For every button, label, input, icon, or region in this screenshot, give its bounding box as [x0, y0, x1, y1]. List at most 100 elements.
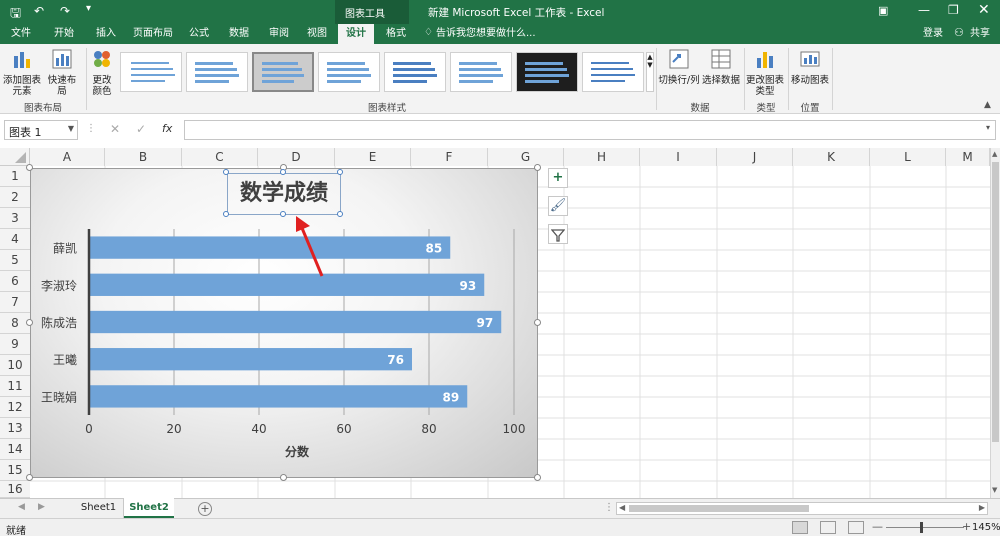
title-handle[interactable] [280, 211, 286, 217]
add-chart-element-button[interactable]: 添加图表元素 [2, 48, 42, 97]
column-header-h[interactable]: H [564, 148, 640, 166]
resize-handle-tl[interactable] [26, 164, 33, 171]
undo-icon[interactable]: ↶ [34, 4, 44, 18]
page-break-view-icon[interactable] [848, 521, 864, 534]
sheet-tab-sheet1[interactable]: Sheet1 [74, 499, 124, 518]
minimize-icon[interactable]: — [918, 3, 930, 17]
h-scroll-thumb[interactable] [629, 505, 809, 512]
resize-handle-b[interactable] [280, 474, 287, 481]
scroll-left-icon[interactable]: ◀ [619, 503, 625, 512]
column-header-d[interactable]: D [258, 148, 335, 166]
column-header-m[interactable]: M [946, 148, 990, 166]
x-axis-title[interactable]: 分数 [285, 443, 309, 460]
tab-page-layout[interactable]: 页面布局 [128, 24, 178, 44]
tab-data[interactable]: 数据 [222, 24, 256, 44]
change-chart-type-button[interactable]: 更改图表类型 [746, 48, 784, 97]
chart-styles-button[interactable]: 🖌 [548, 196, 568, 216]
restore-icon[interactable]: ❐ [948, 3, 959, 17]
prev-sheet-icon[interactable]: ◀ [18, 502, 25, 512]
select-all-corner[interactable] [0, 148, 30, 166]
insert-function-icon[interactable]: fx [162, 122, 172, 135]
zoom-slider[interactable] [886, 527, 964, 528]
splitter-icon[interactable]: ⋮ [86, 123, 96, 134]
row-header-6[interactable]: 6 [0, 271, 30, 292]
chart-style-5[interactable] [384, 52, 446, 92]
page-layout-view-icon[interactable] [820, 521, 836, 534]
chart-style-6[interactable] [450, 52, 512, 92]
collapse-ribbon-icon[interactable]: ▲ [984, 100, 991, 110]
title-handle[interactable] [223, 169, 229, 175]
tab-review[interactable]: 审阅 [262, 24, 296, 44]
column-header-e[interactable]: E [335, 148, 411, 166]
tab-file[interactable]: 文件 [4, 24, 38, 44]
next-sheet-icon[interactable]: ▶ [38, 502, 45, 512]
row-header-4[interactable]: 4 [0, 229, 30, 250]
column-header-k[interactable]: K [793, 148, 870, 166]
tab-insert[interactable]: 插入 [86, 24, 126, 44]
tab-view[interactable]: 视图 [300, 24, 334, 44]
resize-handle-l[interactable] [26, 319, 33, 326]
row-header-3[interactable]: 3 [0, 208, 30, 229]
horizontal-scrollbar[interactable]: ◀ ▶ [616, 502, 988, 515]
title-handle[interactable] [223, 211, 229, 217]
chart-elements-button[interactable]: + [548, 168, 568, 188]
change-colors-button[interactable]: 更改颜色 [88, 48, 116, 97]
row-header-13[interactable]: 13 [0, 418, 30, 439]
normal-view-icon[interactable] [792, 521, 808, 534]
scroll-down-icon[interactable]: ▼ [992, 486, 997, 494]
resize-handle-br[interactable] [534, 474, 541, 481]
ribbon-display-icon[interactable]: ▣ [878, 4, 888, 17]
column-header-j[interactable]: J [717, 148, 793, 166]
customize-qat-icon[interactable]: ▾ [86, 3, 91, 14]
resize-handle-tr[interactable] [534, 164, 541, 171]
row-header-7[interactable]: 7 [0, 292, 30, 313]
gallery-scroll[interactable]: ▲ ▼ [646, 52, 654, 92]
row-header-12[interactable]: 12 [0, 397, 30, 418]
resize-handle-r[interactable] [534, 319, 541, 326]
title-handle[interactable] [337, 211, 343, 217]
chart-style-2[interactable] [186, 52, 248, 92]
chart-style-4[interactable] [318, 52, 380, 92]
name-box[interactable]: 图表 1 ▼ [4, 120, 78, 140]
chart-style-3-selected[interactable] [252, 52, 314, 92]
chart-style-1[interactable] [120, 52, 182, 92]
row-header-11[interactable]: 11 [0, 376, 30, 397]
tab-design[interactable]: 设计 [338, 24, 374, 44]
scroll-thumb[interactable] [992, 162, 999, 442]
zoom-level[interactable]: 145% [972, 522, 1000, 533]
row-header-5[interactable]: 5 [0, 250, 30, 271]
select-data-button[interactable]: 选择数据 [702, 48, 740, 86]
column-header-i[interactable]: I [640, 148, 717, 166]
title-handle[interactable] [337, 169, 343, 175]
zoom-in-icon[interactable]: + [962, 520, 971, 533]
row-header-2[interactable]: 2 [0, 187, 30, 208]
row-header-9[interactable]: 9 [0, 334, 30, 355]
column-header-f[interactable]: F [411, 148, 488, 166]
column-header-g[interactable]: G [488, 148, 564, 166]
zoom-slider-thumb[interactable] [920, 522, 923, 533]
formula-input[interactable] [184, 120, 996, 140]
column-header-c[interactable]: C [182, 148, 258, 166]
close-icon[interactable]: ✕ [978, 2, 990, 18]
tab-home[interactable]: 开始 [44, 24, 84, 44]
save-icon[interactable]: 🖫 [10, 4, 21, 26]
tab-format[interactable]: 格式 [378, 24, 414, 44]
chart-title[interactable]: 数学成绩 [227, 173, 341, 215]
row-header-16[interactable]: 16 [0, 481, 30, 498]
chart-style-8[interactable] [582, 52, 644, 92]
share-button[interactable]: 共享 [966, 24, 994, 44]
scroll-up-icon[interactable]: ▲ [992, 150, 997, 158]
chart-filters-button[interactable] [548, 224, 568, 244]
column-header-l[interactable]: L [870, 148, 946, 166]
quick-layout-button[interactable]: 快速布局 [44, 48, 80, 97]
sheet-tab-sheet2[interactable]: Sheet2 [124, 498, 174, 518]
new-sheet-icon[interactable]: + [198, 502, 212, 516]
chart-style-7[interactable] [516, 52, 578, 92]
vertical-scrollbar[interactable]: ▲ ▼ [990, 148, 1000, 498]
column-header-a[interactable]: A [30, 148, 105, 166]
dropdown-icon[interactable]: ▼ [68, 124, 74, 133]
title-handle[interactable] [280, 169, 286, 175]
move-chart-button[interactable]: 移动图表 [790, 48, 830, 86]
row-header-10[interactable]: 10 [0, 355, 30, 376]
login-link[interactable]: 登录 [920, 24, 946, 44]
